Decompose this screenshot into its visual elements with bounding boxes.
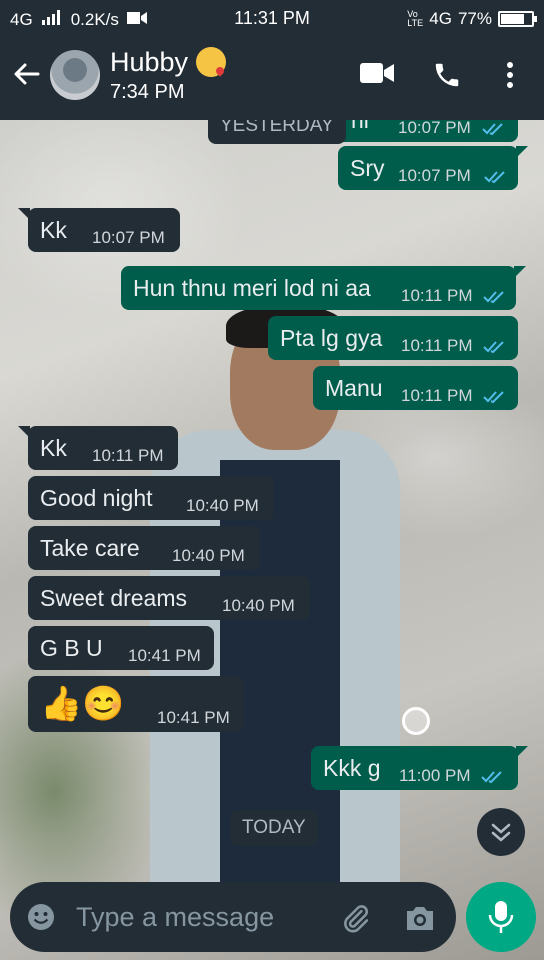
message-bubble-incoming[interactable]: Kk 10:07 PM — [18, 208, 180, 252]
message-text: Take care — [40, 535, 140, 561]
microphone-icon — [488, 901, 514, 933]
message-bubble-outgoing[interactable]: Manu 10:11 PM — [313, 366, 518, 410]
message-bubble-incoming[interactable]: Kk 10:11 PM — [18, 426, 178, 470]
contact-info[interactable]: Hubby 7:34 PM — [110, 46, 227, 104]
message-bubble-outgoing[interactable]: Kkk g 11:00 PM — [311, 746, 528, 790]
message-time: 10:41 PM — [128, 646, 201, 665]
kiss-emoji-icon — [196, 47, 227, 77]
message-time: 11:00 PM — [399, 766, 471, 785]
message-time: 10:40 PM — [172, 546, 245, 565]
message-text: Kk — [40, 217, 67, 243]
video-call-icon[interactable] — [360, 62, 394, 84]
message-time: 10:07 PM — [92, 228, 165, 247]
date-chip-yesterday: YESTERDAY — [208, 120, 346, 144]
read-ticks-icon — [483, 341, 504, 354]
message-text: 👍😊 — [40, 685, 125, 723]
message-time: 10:07 PM — [398, 120, 471, 137]
chat-header: Hubby 7:34 PM — [0, 36, 544, 120]
double-chevron-down-icon — [491, 823, 511, 842]
message-bubble-incoming[interactable]: Good night 10:40 PM — [28, 476, 274, 520]
battery-percent: 77% — [457, 9, 492, 28]
message-bubble-outgoing[interactable]: Hun thnu meri lod ni aa 10:11 PM — [121, 266, 526, 310]
message-bubble-outgoing[interactable]: Sry 10:07 PM — [338, 146, 528, 190]
message-text: Sry — [350, 155, 385, 181]
emoji-icon[interactable] — [26, 902, 56, 932]
message-time: 10:11 PM — [401, 286, 473, 305]
message-bubble-incoming[interactable]: 👍😊 10:41 PM — [28, 676, 244, 732]
message-text: Hun thnu meri lod ni aa — [133, 275, 371, 301]
read-ticks-icon — [481, 771, 502, 784]
message-input-bar: Type a message — [10, 882, 456, 952]
read-ticks-icon — [483, 391, 504, 404]
message-text: Kk — [40, 435, 67, 461]
chat-area[interactable]: Ji hi 10:07 PM YESTERDAY Sry 10:07 PM Kk 10… — [0, 120, 544, 960]
message-time: 10:11 PM — [401, 386, 473, 405]
message-input[interactable]: Type a message — [76, 901, 274, 933]
message-bubble-outgoing[interactable]: Pta lg gya 10:11 PM — [268, 316, 518, 360]
status-bar: 4G 0.2K/s 11:31 PM Vo LTE 4G 77% — [0, 0, 544, 36]
camera-icon[interactable] — [404, 904, 436, 932]
message-text: Manu — [325, 375, 383, 401]
message-bubble-incoming[interactable]: Sweet dreams 10:40 PM — [28, 576, 310, 620]
back-arrow-icon[interactable] — [12, 60, 40, 93]
message-time: 10:11 PM — [92, 446, 164, 465]
message-time: 10:07 PM — [398, 166, 471, 185]
last-seen: 7:34 PM — [110, 81, 185, 103]
paperclip-icon[interactable] — [338, 902, 372, 936]
volte-badge: Vo LTE — [407, 9, 424, 28]
message-text: Sweet dreams — [40, 585, 188, 611]
more-options-icon[interactable] — [500, 60, 520, 90]
status-dot — [402, 707, 430, 735]
read-ticks-icon — [484, 171, 505, 184]
network-type-right: 4G — [429, 9, 452, 28]
message-time: 10:41 PM — [157, 708, 230, 727]
message-time: 10:11 PM — [401, 336, 473, 355]
message-text: Good night — [40, 485, 153, 511]
message-bubble-incoming[interactable]: Take care 10:40 PM — [28, 526, 260, 570]
message-text: Pta lg gya — [280, 325, 383, 351]
message-bubble-outgoing[interactable]: Ji hi 10:07 PM — [316, 120, 518, 142]
message-time: 10:40 PM — [186, 496, 259, 515]
message-time: 10:40 PM — [222, 596, 295, 615]
message-text: Kkk g — [323, 755, 381, 781]
scroll-down-button[interactable] — [477, 808, 525, 856]
read-ticks-icon — [483, 291, 504, 304]
battery-icon — [498, 11, 537, 27]
voice-call-icon[interactable] — [432, 60, 462, 90]
contact-name: Hubby — [110, 47, 189, 77]
read-ticks-icon — [482, 123, 503, 136]
message-text: G B U — [40, 635, 103, 661]
message-bubble-incoming[interactable]: G B U 10:41 PM — [28, 626, 214, 670]
voice-record-button[interactable] — [466, 882, 536, 952]
avatar[interactable] — [50, 50, 100, 100]
date-chip-today: TODAY — [230, 810, 318, 846]
